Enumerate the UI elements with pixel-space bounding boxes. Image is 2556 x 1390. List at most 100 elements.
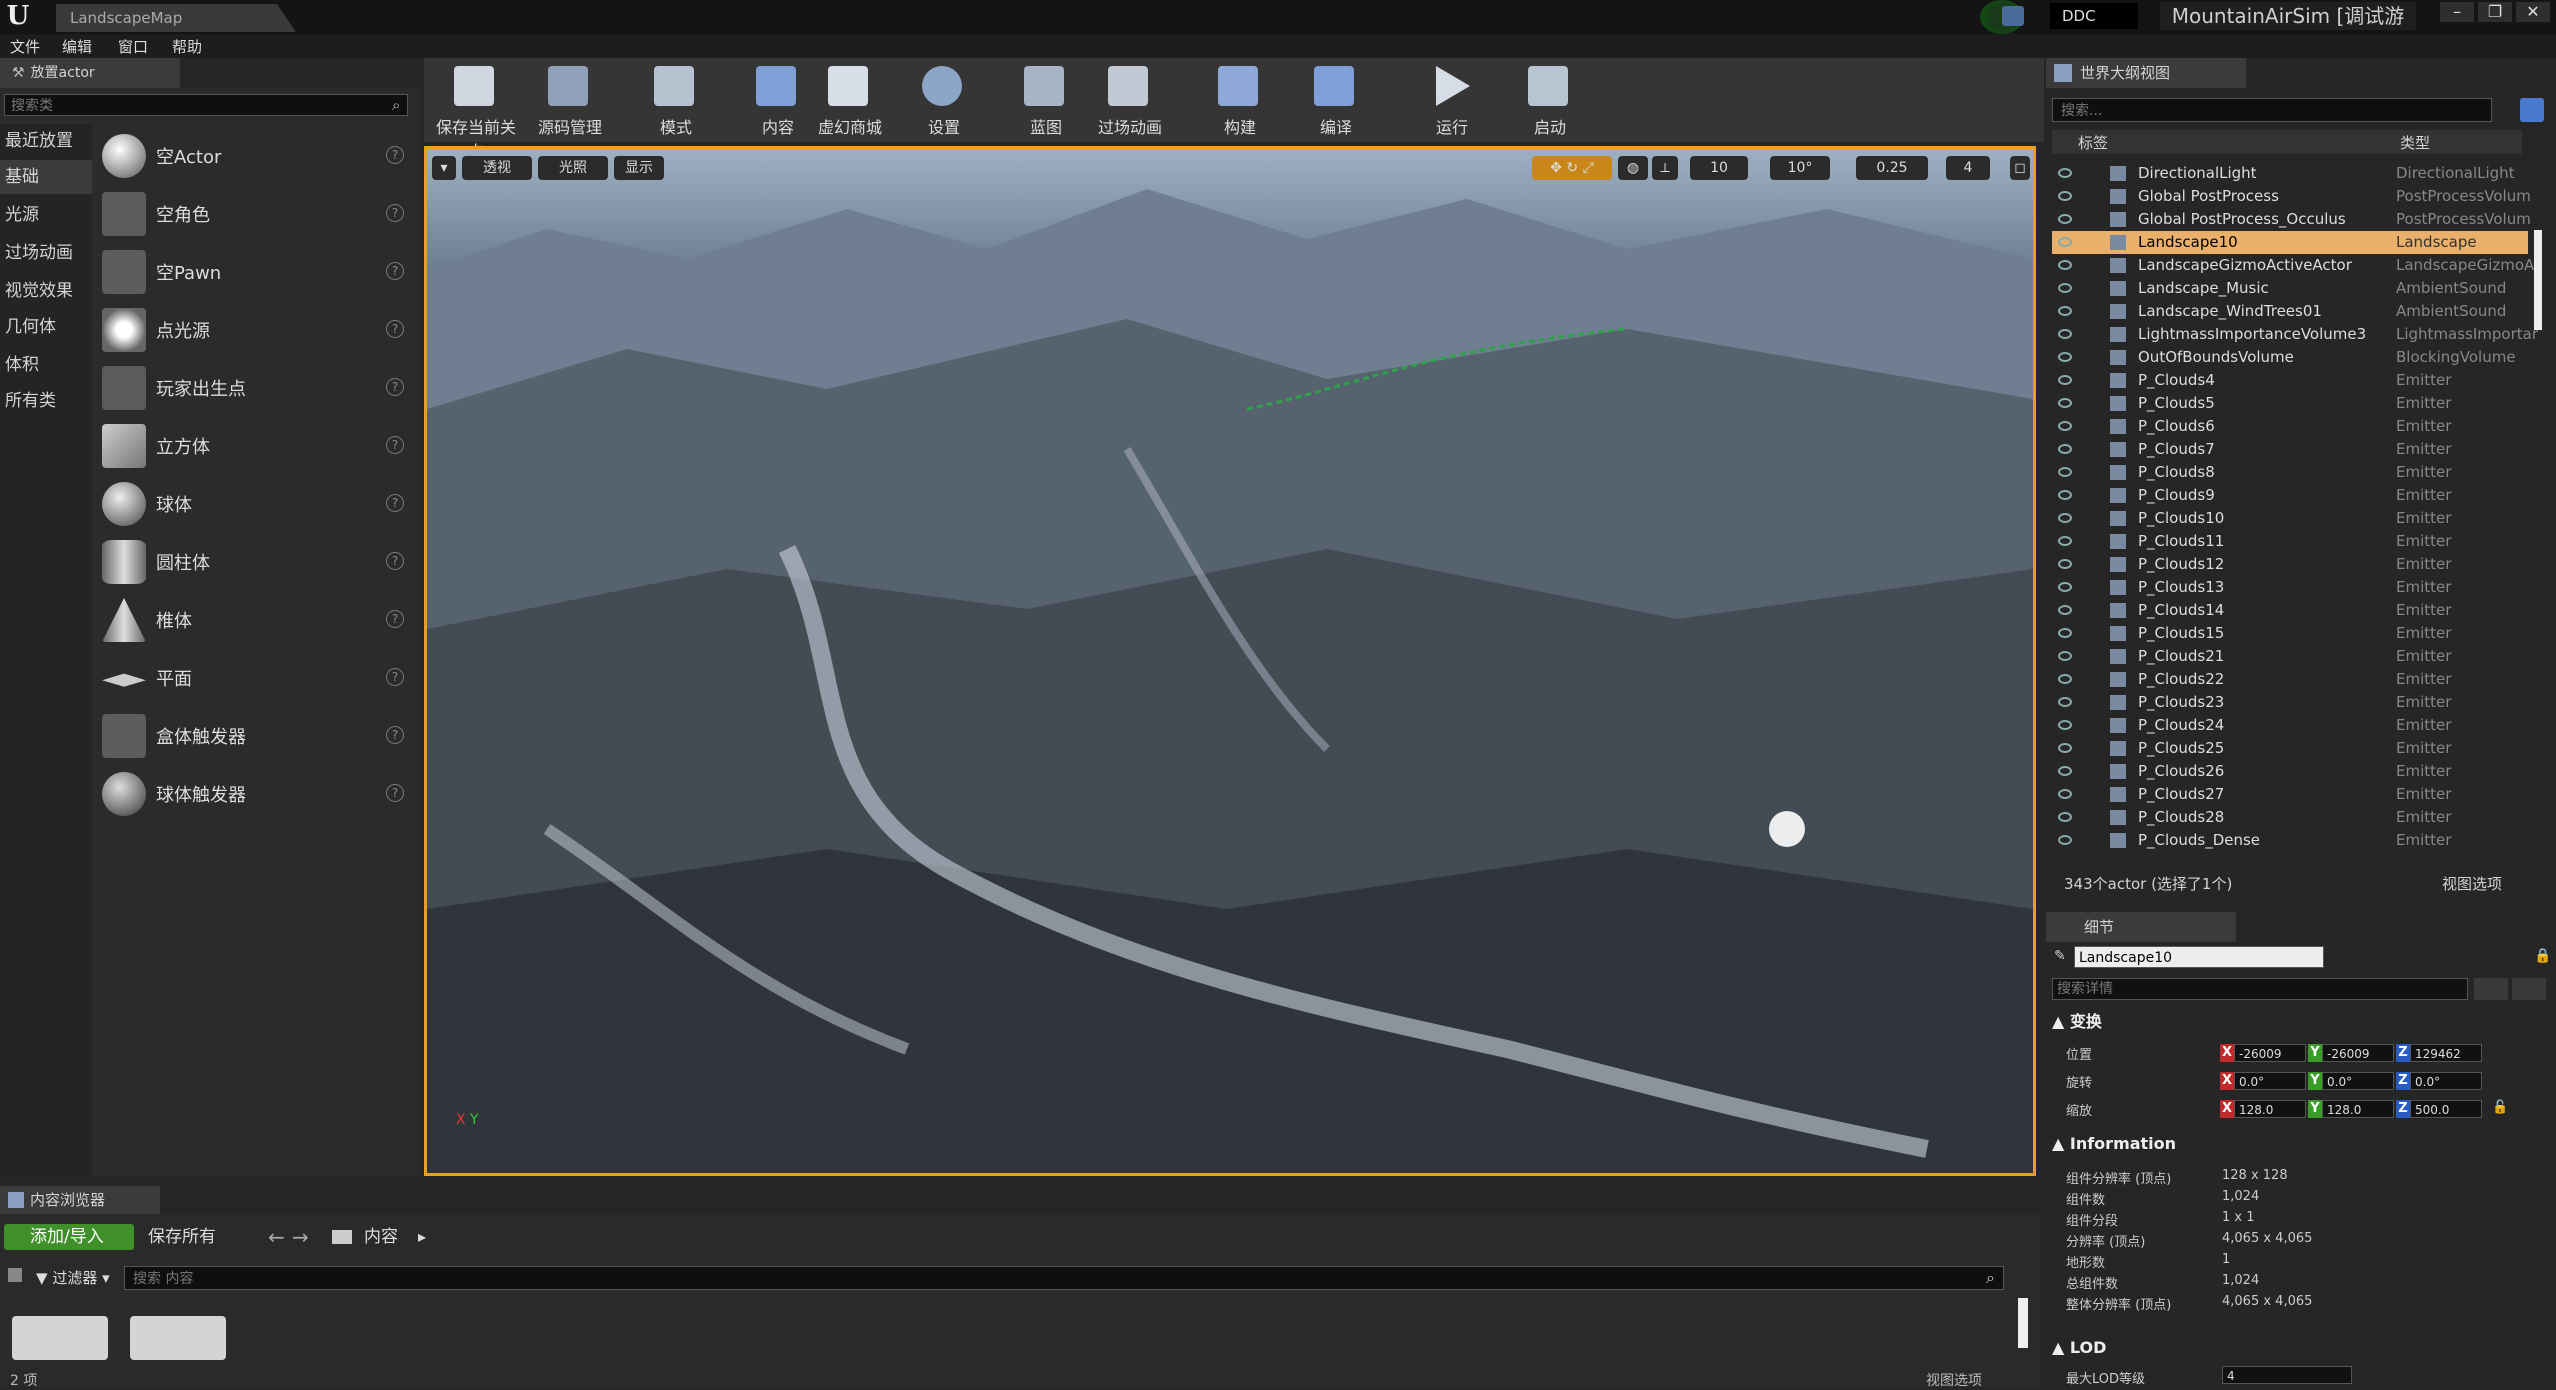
place-item-player-start[interactable]: 玩家出生点 ?: [100, 360, 410, 414]
location-y-field[interactable]: -26009: [2322, 1044, 2394, 1062]
rotation-x-field[interactable]: 0.0°: [2234, 1072, 2306, 1090]
outliner-row[interactable]: P_Clouds12 Emitter: [2052, 553, 2528, 576]
launch-button[interactable]: 启动: [1508, 62, 1592, 142]
add-import-button[interactable]: 添加/导入: [4, 1224, 134, 1250]
category-all-classes[interactable]: 所有类: [0, 384, 92, 418]
place-item-empty-pawn[interactable]: 空Pawn ?: [100, 244, 410, 298]
lod-section-header[interactable]: ▲ LOD: [2052, 1338, 2106, 1357]
outliner-row[interactable]: P_Clouds8 Emitter: [2052, 461, 2528, 484]
outliner-row[interactable]: Landscape10 Landscape: [2052, 231, 2528, 254]
modes-button[interactable]: 模式: [634, 62, 718, 142]
help-icon[interactable]: ?: [386, 262, 404, 280]
world-local-icon[interactable]: ◍: [1618, 156, 1648, 180]
column-type[interactable]: 类型: [2400, 132, 2430, 153]
compile-button[interactable]: 编译: [1294, 62, 1378, 142]
visibility-eye-icon[interactable]: [2058, 168, 2072, 178]
outliner-search-input[interactable]: 搜索...: [2052, 98, 2492, 122]
category-lights[interactable]: 光源: [0, 198, 92, 232]
transform-section-header[interactable]: ▲ 变换: [2052, 1008, 2102, 1032]
location-z-field[interactable]: 129462: [2410, 1044, 2482, 1062]
outliner-row[interactable]: P_Clouds15 Emitter: [2052, 622, 2528, 645]
menu-help[interactable]: 帮助: [172, 36, 202, 57]
visibility-eye-icon[interactable]: [2058, 559, 2072, 569]
sources-toggle-icon[interactable]: [8, 1268, 22, 1282]
visibility-eye-icon[interactable]: [2058, 789, 2072, 799]
scale-y-field[interactable]: 128.0: [2322, 1100, 2394, 1118]
close-icon[interactable]: ✕: [2516, 2, 2550, 22]
outliner-row[interactable]: P_Clouds23 Emitter: [2052, 691, 2528, 714]
visibility-eye-icon[interactable]: [2058, 283, 2072, 293]
scale-snap-button[interactable]: 0.25: [1856, 156, 1928, 180]
information-section-header[interactable]: ▲ Information: [2052, 1134, 2176, 1153]
visibility-eye-icon[interactable]: [2058, 467, 2072, 477]
outliner-row[interactable]: LandscapeGizmoActiveActor LandscapeGizmoA: [2052, 254, 2534, 277]
outliner-row[interactable]: P_Clouds24 Emitter: [2052, 714, 2528, 737]
visibility-eye-icon[interactable]: [2058, 812, 2072, 822]
help-icon[interactable]: ?: [386, 784, 404, 802]
save-current-level-button[interactable]: 保存当前关卡: [434, 62, 518, 161]
outliner-row[interactable]: P_Clouds5 Emitter: [2052, 392, 2528, 415]
details-search-input[interactable]: 搜索详情: [2052, 978, 2468, 1000]
outliner-row[interactable]: P_Clouds10 Emitter: [2052, 507, 2528, 530]
max-lod-field[interactable]: 4: [2222, 1366, 2352, 1384]
outliner-row[interactable]: P_Clouds13 Emitter: [2052, 576, 2528, 599]
content-scrollbar[interactable]: [2018, 1298, 2028, 1348]
tab-content-browser[interactable]: 内容浏览器: [0, 1186, 160, 1214]
place-item-empty-actor[interactable]: 空Actor ?: [100, 128, 410, 182]
place-item-box-trigger[interactable]: 盒体触发器 ?: [100, 708, 410, 762]
help-icon[interactable]: ?: [386, 378, 404, 396]
path-arrow-icon[interactable]: ▸: [418, 1224, 426, 1250]
outliner-row[interactable]: P_Clouds11 Emitter: [2052, 530, 2528, 553]
outliner-row[interactable]: P_Clouds22 Emitter: [2052, 668, 2528, 691]
blueprints-button[interactable]: 蓝图: [1004, 62, 1088, 142]
visibility-eye-icon[interactable]: [2058, 720, 2072, 730]
outliner-row[interactable]: LightmassImportanceVolume3 LightmassImpor…: [2052, 323, 2538, 346]
category-geometry[interactable]: 几何体: [0, 310, 92, 344]
visibility-eye-icon[interactable]: [2058, 237, 2072, 247]
history-forward-icon[interactable]: →: [292, 1224, 309, 1250]
object-name-field[interactable]: Landscape10: [2074, 946, 2324, 968]
category-recent[interactable]: 最近放置: [0, 124, 92, 158]
eye-options-icon[interactable]: [2512, 978, 2546, 1000]
perspective-button[interactable]: 透视: [462, 156, 532, 180]
ddc-indicator[interactable]: DDC: [2050, 3, 2138, 29]
maximize-viewport-icon[interactable]: ◻: [2010, 156, 2030, 180]
help-icon[interactable]: ?: [386, 436, 404, 454]
outliner-row[interactable]: P_Clouds25 Emitter: [2052, 737, 2528, 760]
outliner-row[interactable]: Global PostProcess_Occulus PostProcessVol…: [2052, 208, 2531, 231]
surface-snap-icon[interactable]: ⟂: [1652, 156, 1678, 180]
cinematics-button[interactable]: 过场动画: [1088, 62, 1172, 142]
property-matrix-icon[interactable]: [2474, 978, 2508, 1000]
location-x-field[interactable]: -26009: [2234, 1044, 2306, 1062]
source-control-button[interactable]: 源码管理: [528, 62, 612, 142]
outliner-scrollbar[interactable]: [2534, 230, 2542, 330]
visibility-eye-icon[interactable]: [2058, 398, 2072, 408]
content-folder[interactable]: [130, 1316, 226, 1360]
visibility-eye-icon[interactable]: [2058, 513, 2072, 523]
minimize-icon[interactable]: –: [2440, 2, 2474, 22]
rotation-y-field[interactable]: 0.0°: [2322, 1072, 2394, 1090]
place-item-sphere-trigger[interactable]: 球体触发器 ?: [100, 766, 410, 820]
outliner-row[interactable]: P_Clouds7 Emitter: [2052, 438, 2528, 461]
help-icon[interactable]: ?: [386, 204, 404, 222]
visibility-eye-icon[interactable]: [2058, 375, 2072, 385]
help-icon[interactable]: ?: [386, 668, 404, 686]
visibility-eye-icon[interactable]: [2058, 835, 2072, 845]
visibility-eye-icon[interactable]: [2058, 490, 2072, 500]
show-button[interactable]: 显示: [614, 156, 664, 180]
visibility-eye-icon[interactable]: [2058, 651, 2072, 661]
help-icon[interactable]: ?: [386, 552, 404, 570]
category-basic[interactable]: 基础: [0, 160, 92, 194]
marketplace-button[interactable]: 虚幻商城: [808, 62, 892, 142]
place-item-cylinder[interactable]: 圆柱体 ?: [100, 534, 410, 588]
outliner-row[interactable]: Global PostProcess PostProcessVolum: [2052, 185, 2531, 208]
content-folder[interactable]: [12, 1316, 108, 1360]
place-item-cube[interactable]: 立方体 ?: [100, 418, 410, 472]
visibility-eye-icon[interactable]: [2058, 582, 2072, 592]
scale-x-field[interactable]: 128.0: [2234, 1100, 2306, 1118]
help-icon[interactable]: ?: [386, 146, 404, 164]
transform-mode-icons[interactable]: ✥ ↻ ⤢: [1532, 156, 1612, 180]
visibility-eye-icon[interactable]: [2058, 260, 2072, 270]
lighting-button[interactable]: 光照: [538, 156, 608, 180]
place-item-plane[interactable]: 平面 ?: [100, 650, 410, 704]
